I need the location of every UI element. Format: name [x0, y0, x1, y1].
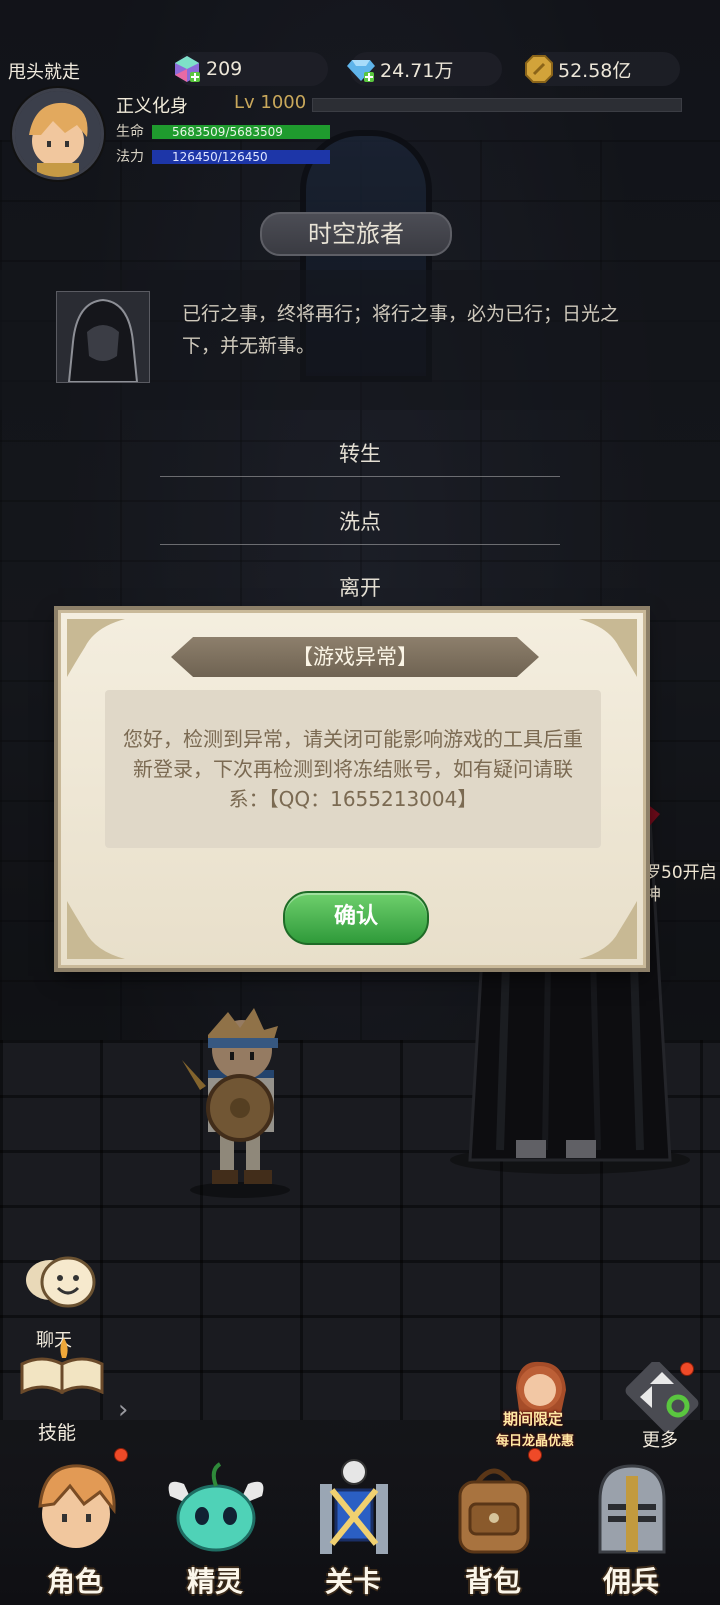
knight-helmet-icon [598, 1464, 666, 1554]
nav-spirit-label: 精灵 [186, 1565, 243, 1598]
hero-portrait-icon [38, 1464, 116, 1548]
mp-bar: 126450/126450 [152, 150, 330, 164]
backpack-notification-badge [528, 1448, 542, 1462]
diamond-resource[interactable]: 24.71万 [347, 52, 502, 86]
more-notification-badge [680, 1362, 694, 1376]
option-rebirth[interactable]: 转生 [160, 432, 560, 477]
npc-portrait [56, 291, 150, 383]
corner-ornament-icon [579, 901, 637, 959]
player-title: 正义化身 [116, 96, 188, 117]
gem-count: 209 [206, 58, 243, 80]
backpack-icon [458, 1468, 530, 1554]
npc-dialog-text: 已行之事，终将再行；将行之事，必为已行；日光之下，并无新事。 [182, 303, 620, 357]
nav-stage-label: 关卡 [324, 1565, 381, 1598]
gold-count: 52.58亿 [558, 59, 632, 82]
nav-stage[interactable]: 关卡 [288, 1452, 418, 1602]
player-name: 甩头就走 [8, 62, 80, 83]
corner-ornament-icon [67, 901, 125, 959]
spirit-slime-icon [168, 1462, 264, 1552]
game-screen: 甩头就走 209 24.71万 52.58亿 正义化身 Lv 1000 生命 5… [0, 0, 720, 1605]
option-leave[interactable]: 离开 [160, 566, 560, 610]
diamond-count: 24.71万 [380, 59, 454, 82]
dialog-message: 您好，检测到异常，请关闭可能影响游戏的工具后重新登录，下次再检测到将冻结账号，如… [123, 727, 583, 811]
nav-spirit[interactable]: 精灵 [150, 1452, 280, 1602]
hero-face-icon [15, 91, 101, 177]
gold-resource[interactable]: 52.58亿 [525, 52, 680, 86]
promo-limited-text: 期间限定 [503, 1410, 564, 1428]
experience-bar [312, 98, 682, 112]
dialog-title: 【游戏异常】 [171, 637, 539, 677]
gem-resource[interactable]: 209 [175, 52, 328, 86]
corner-ornament-icon [67, 619, 125, 677]
hooded-figure-icon [67, 298, 139, 383]
crossed-swords-icon [320, 1459, 388, 1554]
promo-offer-text: 每日龙晶优惠 [496, 1434, 575, 1449]
nav-mercenary-label: 佣兵 [602, 1565, 659, 1598]
player-level: Lv 1000 [234, 92, 307, 113]
skill-label: 技能 [38, 1422, 77, 1444]
side-text-2: 神 [644, 885, 661, 905]
player-avatar[interactable] [12, 88, 104, 180]
rainbow-gem-icon [172, 54, 202, 84]
nav-backpack[interactable]: 背包 [428, 1448, 558, 1602]
skill-book-icon[interactable] [16, 1338, 108, 1394]
gold-coin-icon [524, 54, 554, 84]
npc-name: 时空旅者 [260, 212, 452, 256]
nav-character[interactable]: 角色 [10, 1448, 140, 1602]
chat-bubble-icon[interactable] [20, 1250, 100, 1320]
hp-bar: 5683509/5683509 [152, 125, 330, 139]
nav-backpack-label: 背包 [464, 1565, 521, 1598]
option-reset-points[interactable]: 洗点 [160, 500, 560, 545]
character-notification-badge [114, 1448, 128, 1462]
dialog-message-box: 您好，检测到异常，请关闭可能影响游戏的工具后重新登录，下次再检测到将冻结账号，如… [105, 690, 601, 848]
diamond-icon [346, 54, 376, 84]
chevron-right-icon[interactable]: › [118, 1395, 128, 1425]
nav-mercenary[interactable]: 佣兵 [566, 1452, 696, 1602]
corner-ornament-icon [579, 619, 637, 677]
game-exception-dialog: 【游戏异常】 您好，检测到异常，请关闭可能影响游戏的工具后重新登录，下次再检测到… [58, 610, 646, 968]
nav-character-label: 角色 [46, 1565, 103, 1598]
hp-label: 生命 [116, 124, 144, 140]
confirm-button[interactable]: 确认 [283, 891, 429, 945]
mp-label: 法力 [116, 149, 144, 165]
